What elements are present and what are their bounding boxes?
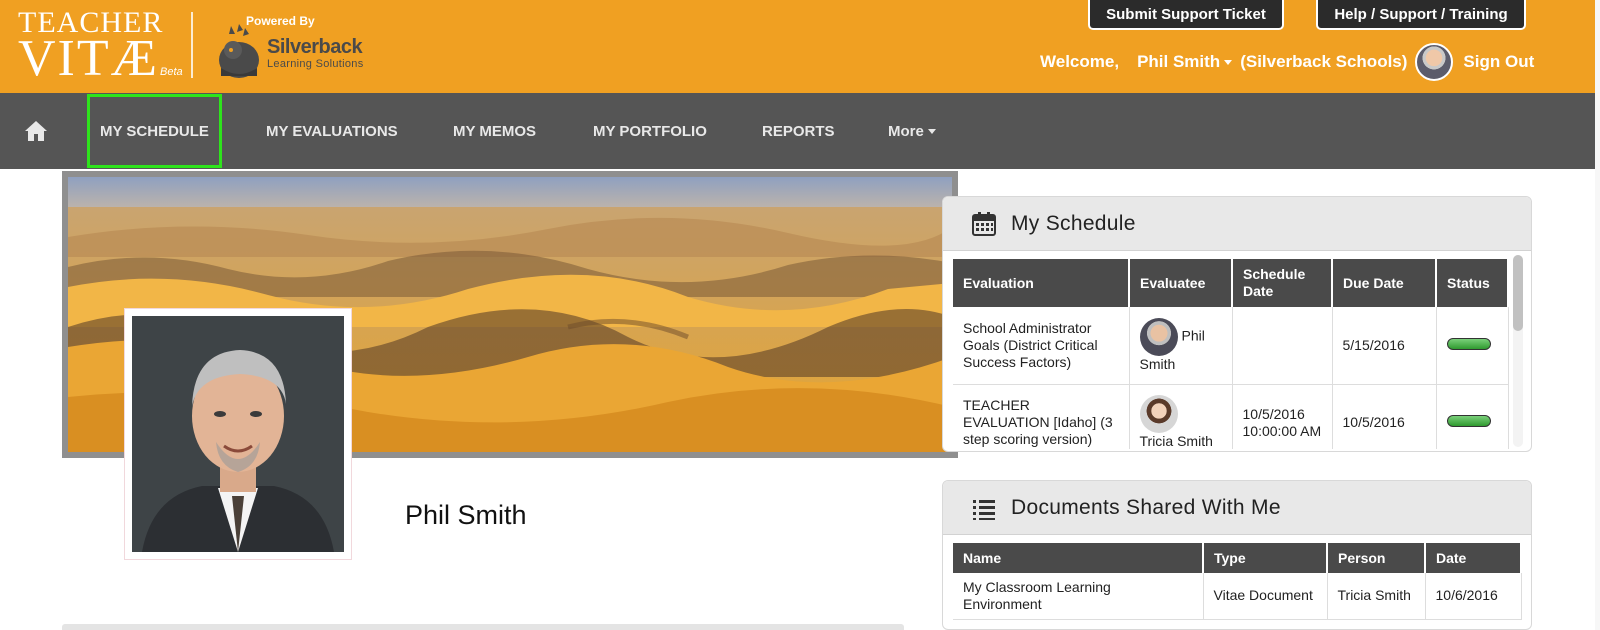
nav-my-memos[interactable]: MY MEMOS [453,93,536,169]
documents-table-wrap: Name Type Person Date My Classroom Learn… [953,543,1523,620]
doc-name-cell[interactable]: My Classroom Learning Environment [953,573,1204,620]
evaluation-cell[interactable]: School Administrator Goals (District Cri… [953,307,1130,385]
silverback-brand: Silverback [267,36,363,58]
home-icon[interactable] [24,120,48,142]
doc-date-cell: 10/6/2016 [1425,573,1522,620]
documents-table: Name Type Person Date My Classroom Learn… [953,543,1522,620]
col-evaluatee[interactable]: Evaluatee [1129,259,1233,307]
status-bar [1446,415,1491,427]
calendar-icon [972,211,996,236]
submit-support-ticket-button[interactable]: Submit Support Ticket [1088,0,1284,30]
documents-shared-header: Documents Shared With Me [943,481,1531,535]
col-evaluation[interactable]: Evaluation [953,259,1130,307]
my-schedule-header: My Schedule [943,197,1531,251]
beta-label: Beta [160,66,183,78]
nav-my-evaluations[interactable]: MY EVALUATIONS [266,93,398,169]
profile-name: Phil Smith [405,500,527,530]
profile-photo[interactable] [124,308,352,560]
col-person[interactable]: Person [1327,543,1426,573]
window-edge [1595,0,1600,630]
due-date-cell: 5/15/2016 [1332,307,1437,385]
evaluatee-cell: Phil Smith [1129,307,1233,385]
status-cell [1436,307,1509,385]
evaluatee-cell: Tricia Smith [1129,384,1233,449]
evaluation-cell[interactable]: TEACHER EVALUATION [Idaho] (3 step scori… [953,384,1130,449]
schedule-table: Evaluation Evaluatee Schedule Date Due D… [953,259,1509,449]
documents-shared-panel: Documents Shared With Me Name Type Perso… [942,480,1532,630]
user-bar: Welcome, Phil Smith (Silverback Schools)… [1040,43,1534,81]
schedule-date-cell: 10/5/2016 10:00:00 AM [1232,384,1333,449]
table-row[interactable]: School Administrator Goals (District Cri… [953,307,1509,385]
school-name: (Silverback Schools) [1240,52,1408,71]
table-row[interactable]: TEACHER EVALUATION [Idaho] (3 step scori… [953,384,1509,449]
col-status[interactable]: Status [1436,259,1509,307]
nav-more-label: More [888,122,924,140]
avatar [1415,43,1454,81]
col-schedule-date[interactable]: Schedule Date [1232,259,1333,307]
sign-out-link[interactable]: Sign Out [1463,52,1534,72]
list-icon [973,499,995,520]
nav-more[interactable]: More [888,93,936,169]
welcome-text: Welcome, [1040,52,1120,71]
col-name[interactable]: Name [953,543,1204,573]
col-date[interactable]: Date [1425,543,1522,573]
schedule-scrollbar[interactable] [1513,255,1523,447]
main-nav: MY SCHEDULE MY EVALUATIONS MY MEMOS MY P… [0,93,1595,169]
nav-my-schedule[interactable]: MY SCHEDULE [87,94,222,168]
content-card-edge [62,624,904,630]
nav-reports[interactable]: REPORTS [762,93,835,169]
my-schedule-title: My Schedule [1011,211,1136,235]
user-menu-toggle[interactable]: Phil Smith [1137,52,1233,72]
logo-line-2: VITÆ [18,30,159,87]
evaluatee-name: Tricia Smith [1139,433,1213,449]
chevron-down-icon [927,128,936,134]
chevron-down-icon [1224,60,1233,66]
documents-shared-title: Documents Shared With Me [1011,495,1281,519]
my-schedule-panel: My Schedule Evaluation Evaluatee Schedul… [942,196,1532,452]
status-bar [1446,337,1491,350]
logo-divider [191,12,193,78]
help-support-training-button[interactable]: Help / Support / Training [1316,0,1526,30]
teacher-vitae-logo[interactable]: TEACHER VITÆ Beta [18,8,183,87]
portrait-image [132,316,344,552]
col-due-date[interactable]: Due Date [1332,259,1437,307]
schedule-date-cell [1232,307,1333,385]
col-type[interactable]: Type [1203,543,1328,573]
silverback-gorilla-icon [219,24,259,78]
user-name: Phil Smith [1137,52,1221,71]
avatar [1139,317,1178,356]
scrollbar-thumb[interactable] [1513,255,1523,331]
table-row[interactable]: My Classroom Learning Environment Vitae … [953,573,1522,620]
status-cell [1436,384,1509,449]
header-bar: TEACHER VITÆ Beta Powered By Silverback … [0,0,1595,93]
due-date-cell: 10/5/2016 [1332,384,1437,449]
powered-by-silverback: Powered By Silverback Learning Solutions [213,12,378,82]
doc-type-cell: Vitae Document [1203,573,1328,620]
nav-my-portfolio[interactable]: MY PORTFOLIO [593,93,707,169]
schedule-table-wrap: Evaluation Evaluatee Schedule Date Due D… [953,259,1513,449]
learning-solutions-tagline: Learning Solutions [267,58,364,70]
doc-person-cell: Tricia Smith [1327,573,1426,620]
avatar [1139,395,1178,433]
